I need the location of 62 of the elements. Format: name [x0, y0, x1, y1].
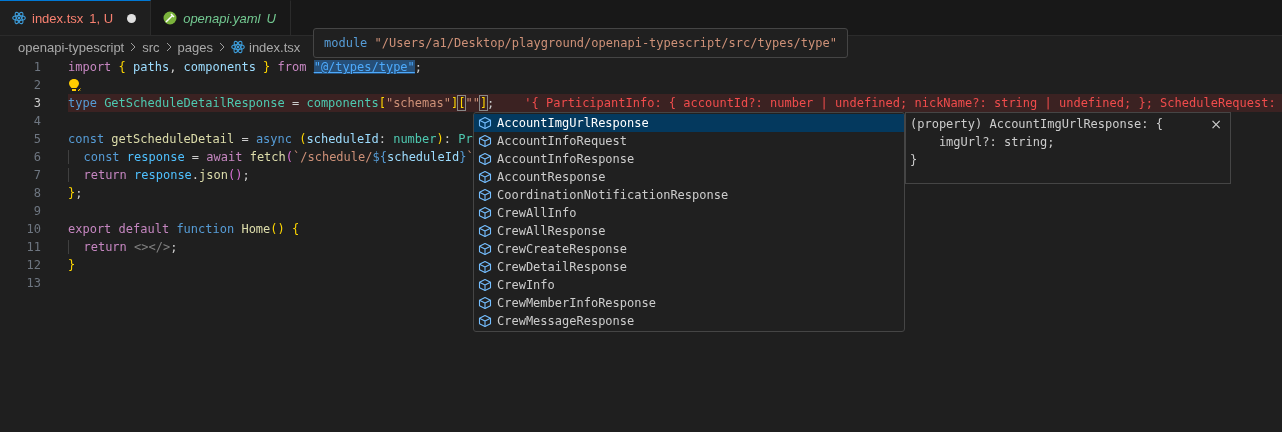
line-number: 10	[25, 221, 41, 238]
cube-icon	[478, 134, 492, 148]
breadcrumb-item[interactable]: index.tsx	[249, 39, 301, 55]
close-button[interactable]: ×	[1210, 116, 1222, 132]
breadcrumb-item[interactable]: src	[142, 39, 160, 55]
line-number: 13	[25, 275, 41, 292]
cube-icon	[478, 224, 492, 238]
unsaved-dot	[127, 13, 137, 23]
breadcrumb-item[interactable]: pages	[177, 39, 213, 55]
code-line: export default function Home() {	[68, 221, 300, 238]
line-number: 1	[32, 59, 41, 76]
cube-icon	[478, 170, 492, 184]
suggestion-item[interactable]: AccountInfoRequest	[474, 132, 904, 150]
code-line: const response = await fetch(`/schedule/${scheduleId}`	[68, 148, 474, 166]
breadcrumb-item[interactable]: openapi-typescript	[18, 39, 125, 55]
suggestion-item[interactable]: CoordinationNotificationResponse	[474, 186, 904, 204]
cube-icon	[478, 242, 492, 256]
suggestion-item[interactable]: CrewInfo	[474, 276, 904, 294]
line-number: 6	[32, 149, 41, 166]
line-number: 9	[32, 203, 41, 220]
code-line: }	[68, 257, 76, 274]
code-line: return response.json();	[68, 166, 250, 184]
suggestion-item[interactable]: CrewMessageResponse	[474, 312, 904, 330]
type-signature: (property) AccountImgUrlResponse: { imgUrl?: string; }	[910, 116, 1163, 169]
chevron-icon	[218, 42, 226, 52]
code-line: };	[68, 185, 83, 202]
suggestion-item[interactable]: AccountResponse	[474, 168, 904, 186]
module-path: module "/Users/a1/Desktop/playground/openapi-typescript/src/types/type"	[324, 36, 837, 50]
cube-icon	[478, 152, 492, 166]
suggestion-item[interactable]: AccountImgUrlResponse	[474, 114, 904, 132]
cube-icon	[478, 278, 492, 292]
cube-icon	[478, 206, 492, 220]
cube-icon	[478, 116, 492, 130]
code-line: return <></>;	[68, 238, 178, 256]
line-number: 11	[25, 239, 41, 256]
cube-icon	[478, 314, 492, 328]
line-number: 4	[32, 113, 41, 130]
line-number: 12	[25, 257, 41, 274]
atom-icon	[12, 11, 26, 25]
cube-icon	[478, 296, 492, 310]
atom-icon	[231, 40, 245, 54]
suggestion-item[interactable]: CrewCreateResponse	[474, 240, 904, 258]
suggestion-item[interactable]: CrewDetailResponse	[474, 258, 904, 276]
code-line: import { paths, components } from "@/types/type";	[68, 59, 423, 76]
code-line: const getScheduleDetail = async (scheduleId: number): Pr	[68, 131, 473, 148]
pen-nib-icon	[163, 11, 178, 25]
cube-icon	[478, 188, 492, 202]
suggestion-item[interactable]: CrewMemberInfoResponse	[474, 294, 904, 312]
editor-tab[interactable]: index.tsx 1, U	[0, 0, 152, 35]
line-number: 8	[32, 185, 41, 202]
line-number: 7	[32, 167, 41, 184]
suggestion-item[interactable]: AccountInfoResponse	[474, 150, 904, 168]
line-number: 5	[32, 131, 41, 148]
suggestion-item[interactable]: CrewAllInfo	[474, 204, 904, 222]
code-line: type GetScheduleDetailResponse = components["schemas"][""];	[68, 95, 495, 112]
error-message: '{ ParticipantInfo: { accountId?: number | undefined; nickName?: string | undefined; }; ScheduleRequest:	[524, 95, 1276, 112]
suggestion-item[interactable]: CrewAllResponse	[474, 222, 904, 240]
cube-icon	[478, 260, 492, 274]
chevron-icon	[129, 42, 138, 52]
line-number: 3	[32, 95, 41, 112]
line-number: 2	[32, 77, 41, 94]
chevron-icon	[164, 42, 173, 52]
